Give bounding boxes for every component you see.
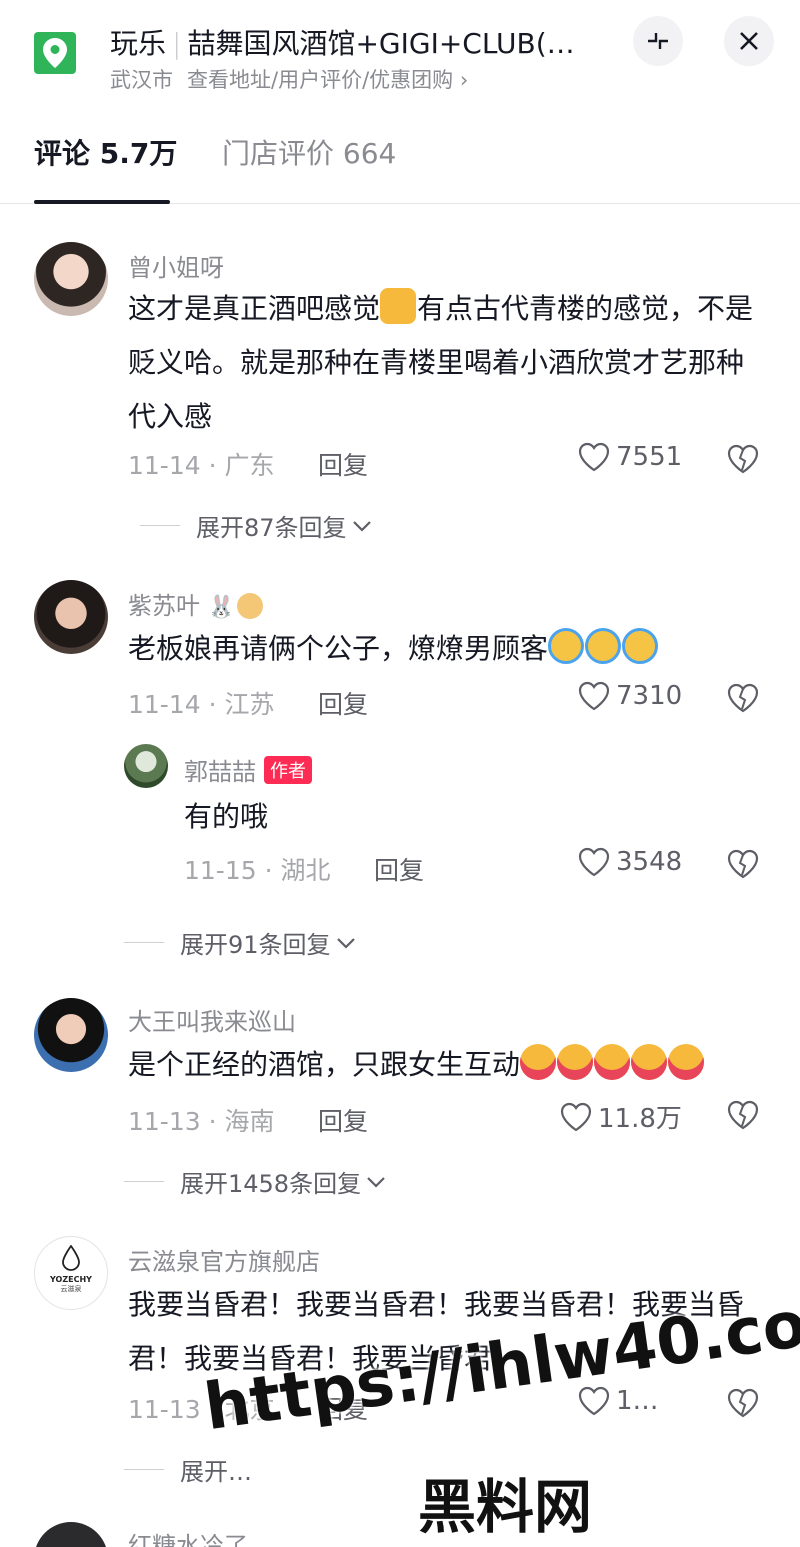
laughing-emoji-icon: [548, 628, 585, 664]
rabbit-emoji-icon: 🐰: [207, 595, 236, 620]
username-text: 郭喆喆: [184, 758, 256, 786]
comment-username[interactable]: 大王叫我来巡山: [128, 1002, 296, 1037]
brand-avatar[interactable]: YOZECHY 云滋泉: [34, 1236, 108, 1310]
expand-label: 展开…: [180, 1458, 252, 1486]
heart-eyes-emoji-icon: [668, 1044, 705, 1080]
expand-label: 展开87条回复: [196, 514, 347, 542]
location-pin-icon: [34, 32, 76, 74]
chevron-down-icon: [352, 520, 371, 532]
minimize-button[interactable]: [633, 16, 683, 66]
comment-username[interactable]: 红糖水冷了: [128, 1526, 248, 1547]
reply-button[interactable]: 回复: [318, 446, 368, 482]
broken-heart-icon: [727, 444, 759, 474]
heart-icon: [578, 681, 610, 711]
like-button[interactable]: 3548: [578, 847, 682, 877]
chevron-down-icon: [367, 1176, 385, 1188]
thumbs-up-emoji-icon: [380, 288, 417, 324]
active-tab-indicator: [34, 200, 170, 204]
author-badge: 作者: [264, 756, 312, 784]
expand-label: 展开1458条回复: [180, 1170, 362, 1198]
close-icon: [740, 32, 758, 50]
reply-meta: 11-15 · 湖北: [184, 856, 331, 885]
poi-city: 武汉市: [110, 68, 173, 92]
laughing-emoji-icon: [622, 628, 659, 664]
dislike-button[interactable]: [727, 1100, 759, 1134]
comment-text-part: 这才是真正酒吧感觉: [128, 292, 381, 325]
dislike-button[interactable]: [727, 1388, 759, 1422]
minimize-icon: [648, 33, 668, 49]
like-count: 3548: [616, 847, 683, 877]
comment-username[interactable]: 紫苏叶 🐰: [128, 586, 264, 621]
lion-emoji-icon: [237, 593, 264, 619]
expand-replies-button[interactable]: 展开87条回复: [140, 508, 373, 543]
avatar[interactable]: [124, 744, 168, 788]
heart-eyes-emoji-icon: [631, 1044, 668, 1080]
comment-username[interactable]: 云滋泉官方旗舰店: [128, 1242, 320, 1277]
dislike-button[interactable]: [727, 444, 759, 478]
broken-heart-icon: [727, 849, 759, 879]
poi-links: 查看地址/用户评价/优惠团购 ›: [187, 68, 469, 92]
like-count: 7551: [616, 442, 683, 472]
heart-icon: [578, 847, 610, 877]
like-count: 1…: [616, 1386, 659, 1416]
poi-category: 玩乐: [110, 27, 167, 60]
brand-avatar-subtext: 云滋泉: [60, 1285, 82, 1293]
broken-heart-icon: [727, 683, 759, 713]
watermark-name: 黑料网: [418, 1473, 593, 1541]
tab-store-reviews[interactable]: 门店评价 664: [222, 132, 396, 172]
reply-button[interactable]: 回复: [374, 851, 424, 887]
reply-button[interactable]: 回复: [318, 685, 368, 721]
poi-name: 喆舞国风酒馆+GIGI+CLUB(…: [187, 27, 575, 60]
reply-text: 有的哦: [184, 800, 269, 833]
avatar[interactable]: [34, 1522, 108, 1547]
comment-meta: 11-13 · 海南: [128, 1107, 275, 1136]
expand-replies-button[interactable]: 展开…: [124, 1452, 252, 1487]
reply-username[interactable]: 郭喆喆 作者: [184, 752, 312, 787]
comment-text-part: 是个正经的酒馆，只跟女生互动: [128, 1048, 521, 1081]
broken-heart-icon: [727, 1388, 759, 1418]
comment-username[interactable]: 曾小姐呀: [128, 248, 224, 283]
like-button[interactable]: 11.8万: [560, 1098, 682, 1135]
heart-icon: [578, 442, 610, 472]
broken-heart-icon: [727, 1100, 759, 1130]
poi-title[interactable]: 玩乐 | 喆舞国风酒馆+GIGI+CLUB(…: [110, 22, 610, 62]
like-button[interactable]: 7310: [578, 681, 682, 711]
like-count: 7310: [616, 681, 683, 711]
heart-eyes-emoji-icon: [557, 1044, 594, 1080]
expand-label: 展开91条回复: [180, 931, 331, 959]
heart-eyes-emoji-icon: [520, 1044, 557, 1080]
expand-replies-button[interactable]: 展开91条回复: [124, 925, 357, 960]
brand-avatar-text: YOZECHY: [50, 1275, 92, 1284]
tab-bar: 评论 5.7万 门店评价 664: [0, 120, 800, 204]
username-text: 紫苏叶: [128, 592, 200, 620]
heart-eyes-emoji-icon: [594, 1044, 631, 1080]
laughing-emoji-icon: [585, 628, 622, 664]
comment-text: 是个正经的酒馆，只跟女生互动: [128, 1038, 768, 1092]
tab-comments[interactable]: 评论 5.7万: [34, 132, 177, 172]
poi-header: 玩乐 | 喆舞国风酒馆+GIGI+CLUB(… 武汉市 查看地址/用户评价/优惠团购 …: [0, 0, 800, 100]
water-drop-icon: [62, 1244, 80, 1271]
like-count: 11.8万: [598, 1104, 682, 1134]
comment-text-part: 老板娘再请俩个公子，燎燎男顾客: [128, 632, 549, 665]
like-button[interactable]: 7551: [578, 442, 682, 472]
chevron-down-icon: [336, 937, 355, 949]
comment-meta: 11-14 · 江苏: [128, 690, 275, 719]
heart-icon: [560, 1102, 592, 1131]
avatar[interactable]: [34, 998, 108, 1072]
comment-meta: 11-14 · 广东: [128, 451, 275, 480]
expand-replies-button[interactable]: 展开1458条回复: [124, 1164, 387, 1199]
avatar[interactable]: [34, 580, 108, 654]
comment-text: 这才是真正酒吧感觉 有点古代青楼的感觉，不是贬义哈。就是那种在青楼里喝着小酒欣赏才…: [128, 282, 768, 444]
dislike-button[interactable]: [727, 683, 759, 717]
poi-subtitle[interactable]: 武汉市 查看地址/用户评价/优惠团购 ›: [110, 64, 468, 94]
close-button[interactable]: [724, 16, 774, 66]
avatar[interactable]: [34, 242, 108, 316]
comment-text: 老板娘再请俩个公子，燎燎男顾客: [128, 622, 768, 676]
dislike-button[interactable]: [727, 849, 759, 883]
reply-button[interactable]: 回复: [318, 1102, 368, 1138]
